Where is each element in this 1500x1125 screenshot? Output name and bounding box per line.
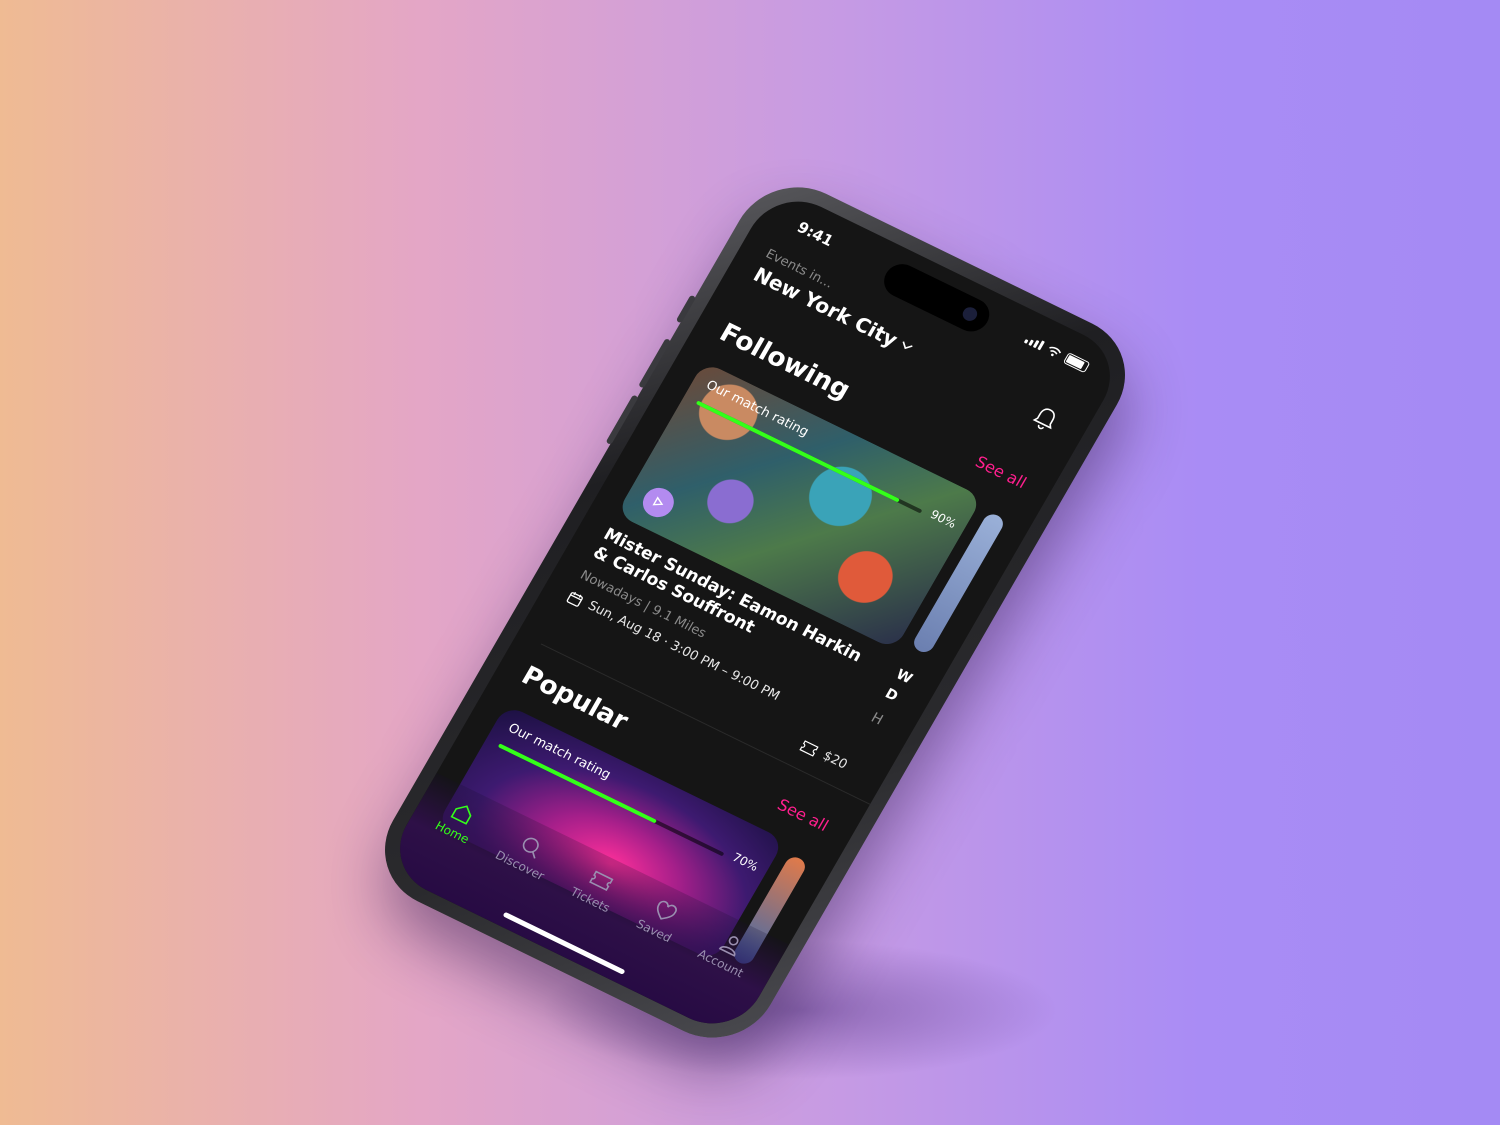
tab-tickets[interactable]: Tickets [540, 862, 626, 964]
heart-icon [656, 900, 677, 920]
chevron-down-icon [902, 341, 913, 350]
ticket-icon [799, 739, 820, 757]
search-icon [522, 837, 539, 859]
following-see-all-link[interactable]: See all [972, 452, 1030, 492]
signal-icon [1023, 334, 1045, 351]
action-button [675, 294, 697, 324]
match-rating-percent: 90% [927, 507, 959, 532]
status-time: 9:41 [793, 218, 837, 251]
home-icon [450, 805, 472, 825]
user-icon [718, 936, 739, 957]
match-rating-fill [695, 400, 900, 503]
tab-account[interactable]: Account [667, 924, 759, 1029]
next-card-letter: D [882, 685, 901, 705]
event-price-text: $20 [820, 748, 850, 773]
play-button[interactable] [637, 482, 680, 523]
match-rating-percent: 70% [729, 850, 761, 874]
phone-mockup: 9:41 Events in... New York City Followin… [362, 166, 1148, 1059]
play-icon [652, 496, 664, 506]
following-event-card[interactable]: Our match rating 90% [615, 361, 983, 650]
bell-icon[interactable] [1030, 403, 1062, 433]
next-card-letter: H [868, 709, 886, 729]
match-rating-bar [695, 400, 923, 514]
popular-see-all-link[interactable]: See all [774, 795, 832, 835]
app-screen: 9:41 Events in... New York City Followin… [381, 184, 1129, 1041]
battery-icon [1062, 352, 1091, 374]
ticket-icon [589, 870, 614, 891]
wifi-icon [1049, 346, 1062, 357]
status-icons [1023, 333, 1091, 374]
event-price: $20 [798, 738, 850, 773]
dynamic-island [877, 258, 996, 338]
calendar-icon [566, 591, 584, 607]
tab-home[interactable]: Home [405, 796, 485, 895]
next-card-letter: W [893, 666, 916, 688]
tab-saved[interactable]: Saved [606, 894, 687, 994]
